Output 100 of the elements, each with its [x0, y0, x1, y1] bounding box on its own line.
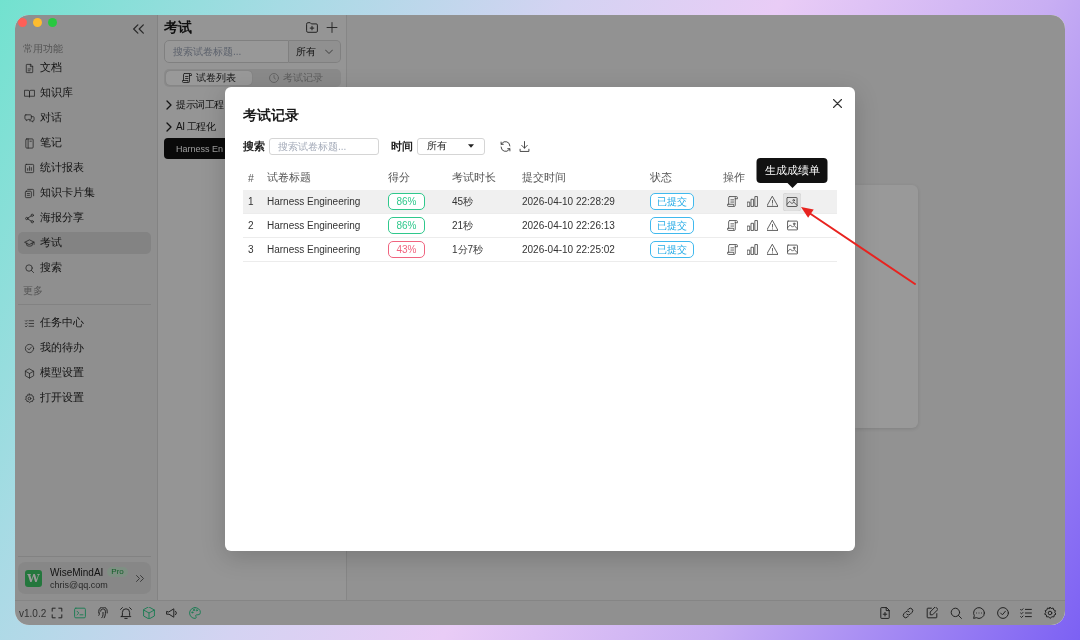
search-label: 搜索 — [243, 138, 265, 154]
app-logo: W — [25, 569, 42, 587]
settings-icon — [24, 392, 35, 404]
tree-item[interactable]: Harness En — [164, 138, 225, 159]
bar-chart-icon[interactable] — [746, 244, 758, 255]
filter-select[interactable]: 所有 — [289, 40, 341, 63]
nav-item[interactable]: 打开设置 — [18, 387, 151, 409]
user-email: chris@qq.com — [50, 579, 109, 591]
check-circle-icon[interactable] — [996, 607, 1009, 619]
notebook-icon — [24, 137, 35, 149]
status-badge: 已提交 — [650, 241, 694, 258]
megaphone-icon[interactable] — [166, 607, 179, 619]
dialog-title: 考试记录 — [243, 106, 299, 124]
cards-icon — [24, 187, 35, 199]
caret-down-icon — [468, 144, 474, 148]
score-badge: 86% — [388, 217, 425, 234]
document-icon[interactable] — [726, 220, 738, 231]
nav-item[interactable]: 文档 — [18, 57, 151, 79]
search-icon — [24, 262, 35, 274]
tab[interactable]: 试卷列表 — [166, 71, 252, 85]
file-plus-icon[interactable] — [878, 607, 891, 619]
nav-item[interactable]: 任务中心 — [18, 312, 151, 334]
document-icon[interactable] — [726, 196, 738, 207]
warning-icon[interactable] — [766, 220, 778, 231]
tree-item[interactable]: AI 工程化 — [164, 116, 225, 137]
score-badge: 86% — [388, 193, 425, 210]
column-header: 状态 — [650, 171, 672, 185]
chart-icon — [24, 162, 35, 174]
graduation-cap-icon — [24, 237, 35, 249]
file-icon — [24, 62, 35, 74]
link-icon[interactable] — [902, 607, 915, 619]
nav-item[interactable]: 海报分享 — [18, 207, 151, 229]
book-icon — [24, 87, 35, 99]
nav-item[interactable]: 考试 — [18, 232, 151, 254]
checklist-icon — [24, 317, 35, 329]
status-badge: 已提交 — [650, 217, 694, 234]
plan-badge: Pro — [107, 567, 128, 577]
image-icon[interactable] — [786, 244, 798, 255]
fingerprint-icon[interactable] — [97, 607, 110, 619]
time-label: 时间 — [391, 138, 413, 154]
bar-chart-icon[interactable] — [746, 220, 758, 231]
download-icon[interactable] — [519, 140, 530, 152]
tree-item[interactable]: 提示词工程 — [164, 94, 225, 115]
search-icon[interactable] — [949, 607, 962, 619]
settings-icon[interactable] — [1044, 607, 1056, 619]
table-cell: 2026-04-10 22:25:02 — [522, 244, 615, 255]
bar-chart-icon[interactable] — [746, 196, 758, 207]
version-label: v1.0.2 — [19, 607, 47, 619]
nav-item[interactable]: 模型设置 — [18, 362, 151, 384]
close-icon[interactable] — [833, 99, 842, 108]
fullscreen-icon[interactable] — [51, 607, 64, 619]
clock-icon — [269, 73, 280, 83]
table-cell: Harness Engineering — [267, 196, 361, 207]
check-circle-icon — [24, 342, 35, 354]
table-row[interactable]: 2 Harness Engineering 86% 21秒 2026-04-10 22:26:13 已提交 — [243, 214, 837, 238]
nav-item[interactable]: 笔记 — [18, 132, 151, 154]
table-cell: 3 — [248, 244, 254, 255]
table-row[interactable]: 3 Harness Engineering 43% 1分7秒 2026-04-10 22:25:02 已提交 — [243, 238, 837, 262]
document-icon[interactable] — [726, 244, 738, 255]
refresh-icon[interactable] — [500, 140, 511, 152]
warning-icon[interactable] — [766, 196, 778, 207]
nav-item[interactable]: 对话 — [18, 107, 151, 129]
table-cell: 1 — [248, 196, 254, 207]
warning-icon[interactable] — [766, 244, 778, 255]
table-cell: Harness Engineering — [267, 244, 361, 255]
nav-item[interactable]: 搜索 — [18, 257, 151, 279]
image-icon[interactable] — [786, 220, 798, 231]
panel-title: 考试 — [164, 18, 192, 37]
search-field[interactable]: 搜索试卷标题... — [269, 137, 379, 155]
table-row[interactable]: 1 Harness Engineering 86% 45秒 2026-04-10 22:28:29 已提交 — [243, 190, 837, 214]
edit-icon[interactable] — [926, 607, 939, 619]
table-cell: 2026-04-10 22:28:29 — [522, 196, 615, 207]
tooltip: 生成成绩单 — [756, 157, 828, 188]
column-header: 试卷标题 — [267, 171, 311, 185]
chat-icon — [24, 112, 35, 124]
checklist-icon[interactable] — [1020, 607, 1033, 619]
bell-icon[interactable] — [120, 607, 133, 619]
user-card[interactable]: W WiseMindAI Pro chris@qq.com — [18, 562, 151, 594]
double-chevron-left-icon[interactable] — [133, 24, 144, 34]
document-icon — [181, 73, 192, 83]
column-header: 考试时长 — [452, 171, 496, 185]
time-select[interactable]: 所有 — [417, 137, 485, 155]
nav-item[interactable]: 知识卡片集 — [18, 182, 151, 204]
column-header: 得分 — [388, 171, 410, 185]
table-cell: 1分7秒 — [452, 242, 484, 257]
add-icon[interactable] — [326, 22, 338, 33]
score-badge: 43% — [388, 241, 425, 258]
folder-plus-icon[interactable] — [306, 22, 318, 33]
nav-item[interactable]: 统计报表 — [18, 157, 151, 179]
nav-item[interactable]: 我的待办 — [18, 337, 151, 359]
table-cell: 21秒 — [452, 218, 474, 233]
table-cell: Harness Engineering — [267, 220, 361, 231]
nav-item[interactable]: 知识库 — [18, 82, 151, 104]
chevron-down-icon — [325, 49, 333, 54]
chat-icon[interactable] — [973, 607, 986, 619]
column-header: 操作 — [723, 171, 745, 185]
column-header: # — [248, 172, 254, 184]
table-cell: 2026-04-10 22:26:13 — [522, 220, 615, 231]
share-icon — [24, 212, 35, 224]
double-chevron-right-icon[interactable] — [136, 574, 144, 582]
